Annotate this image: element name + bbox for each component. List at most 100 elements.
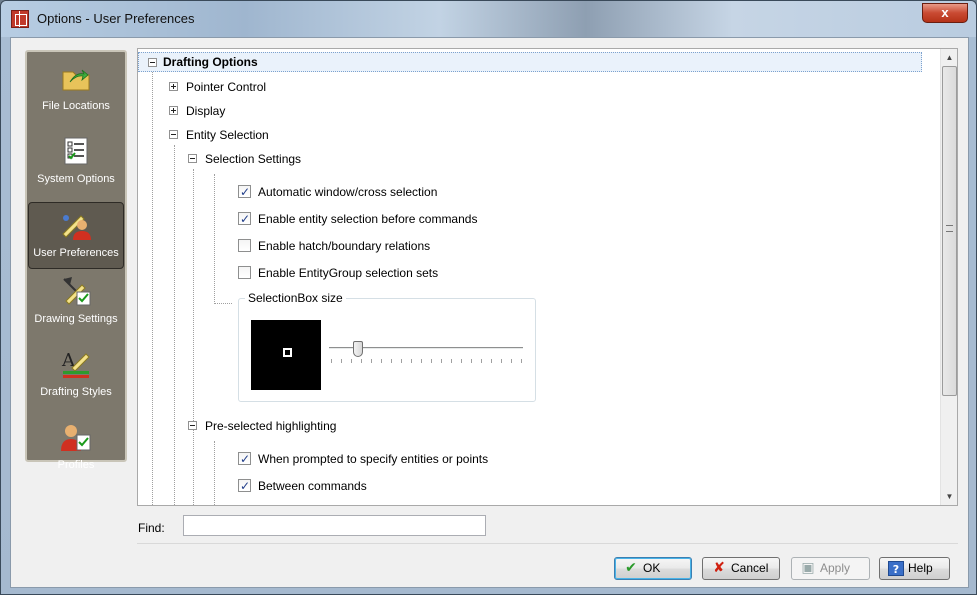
tree-root-label: Drafting Options — [163, 55, 258, 69]
ok-button[interactable]: ✔ OK — [614, 557, 692, 580]
cancel-button-label: Cancel — [731, 561, 769, 575]
window-title: Options - User Preferences — [37, 11, 195, 26]
slider-tick — [431, 359, 432, 363]
tree-item-label: Selection Settings — [205, 152, 302, 166]
selectionbox-slider-thumb[interactable] — [353, 341, 363, 357]
option-label: Enable EntityGroup selection sets — [258, 266, 439, 280]
dialog-client: File Locations System Options User Prefe… — [10, 37, 969, 588]
options-tree: Drafting Options Pointer Control Display… — [137, 48, 958, 506]
option-label: Enable entity selection before commands — [258, 212, 478, 226]
collapse-icon[interactable] — [169, 130, 178, 139]
profiles-icon — [60, 421, 92, 453]
sidebar-item-label: Drawing Settings — [34, 313, 118, 325]
drafting-styles-icon: A — [60, 348, 92, 380]
expand-icon[interactable] — [169, 82, 178, 91]
pickbox-indicator — [283, 348, 292, 357]
vertical-scrollbar[interactable]: ▲ ▼ — [940, 49, 957, 505]
checkbox[interactable] — [238, 239, 251, 252]
slider-tick — [451, 359, 452, 363]
slider-tick — [511, 359, 512, 363]
sidebar-item-label: Profiles — [57, 459, 95, 471]
option-label: When prompted to specify entities or poi… — [258, 452, 489, 466]
sidebar-item-label: Drafting Styles — [40, 386, 112, 398]
slider-tick — [501, 359, 502, 363]
find-label: Find: — [138, 521, 165, 535]
drawing-settings-icon — [60, 275, 92, 307]
find-input[interactable] — [183, 515, 486, 536]
help-button-label: Help — [908, 561, 933, 575]
sidebar-item-label: File Locations — [42, 100, 110, 112]
user-preferences-icon — [60, 209, 92, 241]
sidebar-item-user-preferences[interactable]: User Preferences — [28, 202, 124, 269]
slider-tick — [391, 359, 392, 363]
separator — [137, 543, 958, 544]
help-icon: ? — [888, 561, 904, 576]
checkbox[interactable] — [238, 449, 251, 469]
slider-tick — [481, 359, 482, 363]
checkbox[interactable] — [238, 182, 251, 202]
tree-guide-line — [193, 169, 194, 505]
collapse-icon[interactable] — [188, 154, 197, 163]
apply-button[interactable]: ▣ Apply — [791, 557, 870, 580]
sidebar-item-system-options[interactable]: System Options — [28, 135, 124, 202]
slider-tick — [351, 359, 352, 363]
tree-item-label: Entity Selection — [186, 128, 269, 142]
sidebar-item-drawing-settings[interactable]: Drawing Settings — [28, 275, 124, 342]
scroll-thumb[interactable] — [942, 66, 957, 396]
sidebar-item-label: User Preferences — [33, 247, 119, 259]
apply-button-label: Apply — [820, 561, 851, 575]
cancel-x-icon: ✘ — [713, 560, 725, 576]
option-label: Automatic window/cross selection — [258, 185, 438, 199]
tree-root-row[interactable]: Drafting Options — [138, 52, 922, 72]
checkmark-icon: ✔ — [625, 560, 637, 576]
sidebar-item-profiles[interactable]: Profiles — [28, 421, 124, 488]
apply-icon: ▣ — [801, 560, 815, 576]
tree-guide-line — [174, 145, 175, 505]
options-dialog: Options - User Preferences x File Locati… — [0, 0, 977, 595]
checkbox[interactable] — [238, 476, 251, 496]
slider-tick — [331, 359, 332, 363]
sidebar-item-file-locations[interactable]: File Locations — [28, 62, 124, 129]
checkbox[interactable] — [238, 266, 251, 279]
slider-tick — [461, 359, 462, 363]
selectionbox-size-group: SelectionBox size — [238, 291, 536, 402]
tree-item-label: Pointer Control — [186, 80, 267, 94]
tree-guide-line — [152, 65, 153, 505]
sidebar-item-drafting-styles[interactable]: A Drafting Styles — [28, 348, 124, 415]
option-label: Between commands — [258, 479, 367, 493]
slider-tick — [411, 359, 412, 363]
sidebar-item-label: System Options — [37, 173, 115, 185]
slider-tick — [341, 359, 342, 363]
selectionbox-preview — [251, 320, 321, 390]
tree-item-label: Pre-selected highlighting — [205, 419, 337, 433]
close-button[interactable]: x — [922, 3, 968, 23]
tree-item-label: Display — [186, 104, 226, 118]
scroll-down-icon[interactable]: ▼ — [941, 488, 957, 505]
slider-tick — [491, 359, 492, 363]
slider-tick — [521, 359, 522, 363]
option-label: Enable hatch/boundary relations — [258, 239, 431, 253]
checklist-icon — [60, 135, 92, 167]
ok-button-label: OK — [643, 561, 661, 575]
tree-guide-line — [214, 303, 232, 304]
slider-tick — [381, 359, 382, 363]
title-bar[interactable]: Options - User Preferences x — [1, 1, 976, 37]
cancel-button[interactable]: ✘ Cancel — [702, 557, 780, 580]
folder-arrow-icon — [60, 62, 92, 94]
collapse-icon[interactable] — [188, 421, 197, 430]
expand-icon[interactable] — [169, 106, 178, 115]
slider-tick — [361, 359, 362, 363]
checkbox[interactable] — [238, 209, 251, 229]
app-icon — [11, 10, 29, 28]
category-sidebar: File Locations System Options User Prefe… — [25, 50, 127, 471]
collapse-icon[interactable] — [148, 58, 157, 67]
slider-tick — [371, 359, 372, 363]
slider-tick — [441, 359, 442, 363]
help-button[interactable]: ? Help — [879, 557, 950, 580]
slider-ticks — [331, 359, 522, 363]
slider-tick — [401, 359, 402, 363]
slider-tick — [421, 359, 422, 363]
tree-guide-line — [214, 441, 215, 505]
scroll-up-icon[interactable]: ▲ — [941, 49, 957, 66]
tree-guide-line — [214, 174, 215, 304]
